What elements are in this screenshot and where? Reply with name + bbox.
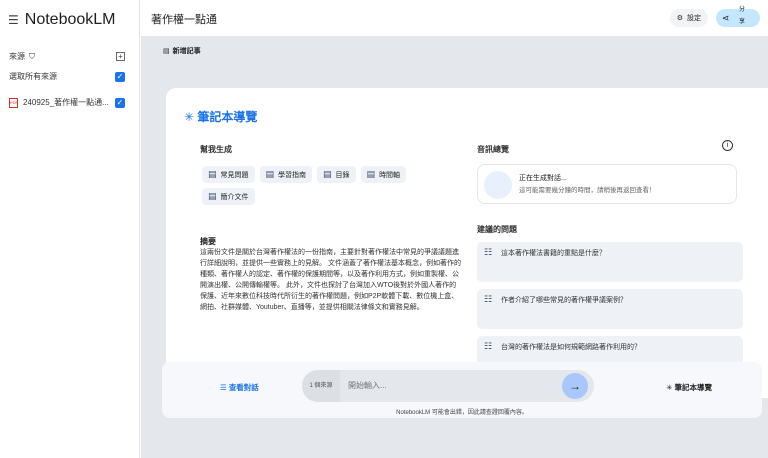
chip-faq[interactable]: ▤ 常見問題: [202, 166, 255, 183]
notebook-title[interactable]: 著作權一點通: [151, 11, 217, 27]
chip-label: 常見問題: [220, 171, 249, 179]
chip-briefing[interactable]: ▤ 簡介文件: [202, 188, 255, 205]
select-all-checkbox[interactable]: ✓: [115, 71, 125, 82]
question-text: 作者介紹了哪些常見的著作權爭議案例？: [501, 297, 627, 304]
doc-add-icon: ▤: [323, 169, 332, 179]
suggested-heading: 建議的問題: [477, 225, 517, 234]
chip-label: 時間軸: [379, 171, 401, 179]
doc-add-icon: ▤: [265, 169, 275, 179]
sparkle-icon: ✳: [184, 110, 198, 124]
menu-icon[interactable]: ☰: [8, 13, 19, 27]
sources-header: 來源 ⛉ +: [9, 51, 125, 62]
new-note-button[interactable]: ▤ 新增記事: [163, 46, 201, 56]
audio-note: 這可能需要幾分鐘的時間，請稍後再返回查看！: [519, 187, 656, 194]
question-text: 台灣的著作權法是如何規範網路著作利用的？: [501, 344, 641, 351]
suggested-question[interactable]: ☷ 作者介紹了哪些常見的著作權爭議案例？: [477, 289, 743, 329]
doc-add-icon: ▤: [208, 191, 217, 201]
send-button[interactable]: →: [562, 373, 588, 399]
sidebar: ☰ NotebookLM 來源 ⛉ + 選取所有來源 ✓ PDF 240925_著作權一點…: [0, 0, 140, 458]
guide-title-text: 筆記本導覽: [197, 110, 258, 124]
note-icon: ▤: [163, 48, 170, 55]
audio-status: 正在生成對話...: [519, 175, 567, 182]
share-icon: ⋖: [722, 12, 730, 23]
sources-label: 來源: [9, 52, 25, 61]
chat-icon: ☰: [220, 383, 229, 392]
settings-button[interactable]: ⚙ 設定: [669, 9, 708, 27]
doc-add-icon: ▤: [366, 169, 376, 179]
header: 著作權一點通 ⚙ 設定 ⋖ 分享: [141, 0, 768, 36]
question-icon: ☷: [484, 294, 493, 304]
question-text: 這本著作權法書籍的重點是什麼？: [501, 250, 606, 257]
select-all-label: 選取所有來源: [9, 72, 57, 81]
shield-icon: ⛉: [29, 51, 35, 61]
chat-bar: ☰ 查看對話 1 個來源 → ✳ 筆記本導覽 NotebookLM 可能會出錯，…: [162, 362, 762, 418]
view-chat-label: 查看對話: [228, 383, 259, 392]
summary-heading: 摘要: [200, 237, 216, 246]
chip-toc[interactable]: ▤ 目錄: [317, 166, 356, 183]
notebook-guide-button[interactable]: ✳ 筆記本導覽: [666, 382, 712, 393]
source-name: 240925_著作權一點通...: [23, 98, 109, 107]
select-all-row[interactable]: 選取所有來源 ✓: [9, 71, 125, 82]
settings-label: 設定: [687, 15, 701, 22]
view-chat-button[interactable]: ☰ 查看對話: [220, 382, 259, 393]
disclaimer: NotebookLM 可能會出錯，因此請查證回覆內容。: [396, 410, 528, 416]
audio-heading: 音訊總覽: [477, 145, 509, 154]
doc-add-icon: ▤: [208, 169, 217, 179]
loading-icon: [484, 171, 512, 199]
generate-heading: 幫我生成: [200, 145, 232, 154]
summary-text: 這兩份文件是關於台灣著作權法的一份指南，主要針對著作權法中常見的爭議議題進行詳細…: [200, 249, 461, 311]
source-item[interactable]: PDF 240925_著作權一點通... ✓: [9, 97, 125, 108]
notebook-guide-card: ✳ 筆記本導覽 幫我生成 ▤ 常見問題 ▤ 學習指南 ▤ 目錄 ▤ 時間軸 ▤ 簡介文件 …: [166, 88, 768, 398]
add-source-icon[interactable]: +: [116, 52, 125, 61]
new-note-label: 新增記事: [172, 48, 201, 55]
chip-label: 學習指南: [278, 171, 307, 179]
chip-study-guide[interactable]: ▤ 學習指南: [259, 166, 313, 183]
share-button[interactable]: ⋖ 分享: [716, 7, 760, 27]
source-checkbox[interactable]: ✓: [115, 97, 125, 108]
guide-title: ✳ 筆記本導覽: [184, 108, 257, 125]
audio-overview-card: 正在生成對話... 這可能需要幾分鐘的時間，請稍後再返回查看！: [477, 164, 737, 204]
sparkle-icon: ✳: [666, 383, 675, 392]
source-count: 1 個來源: [302, 370, 340, 402]
pdf-icon: PDF: [9, 97, 18, 108]
question-icon: ☷: [484, 341, 493, 351]
generate-chips: ▤ 常見問題 ▤ 學習指南 ▤ 目錄 ▤ 時間軸 ▤ 簡介文件: [202, 166, 442, 205]
chip-timeline[interactable]: ▤ 時間軸: [360, 166, 407, 183]
arrow-right-icon: →: [569, 379, 581, 393]
app-name: NotebookLM: [24, 11, 116, 28]
summary: 摘要這兩份文件是關於台灣著作權法的一份指南，主要針對著作權法中常見的爭議議題進行…: [200, 236, 462, 313]
chip-label: 簡介文件: [220, 193, 249, 201]
info-icon[interactable]: i: [722, 140, 733, 151]
chip-label: 目錄: [335, 171, 350, 179]
guide-label: 筆記本導覽: [674, 383, 713, 392]
gear-icon: ⚙: [676, 15, 683, 22]
question-icon: ☷: [484, 247, 493, 257]
suggested-question[interactable]: ☷ 這本著作權法書籍的重點是什麼？: [477, 242, 743, 282]
chat-input-wrapper: 1 個來源 →: [302, 370, 594, 402]
chat-input[interactable]: [348, 370, 548, 402]
app-logo: ☰ NotebookLM: [8, 11, 115, 29]
share-label: 分享: [739, 7, 746, 25]
